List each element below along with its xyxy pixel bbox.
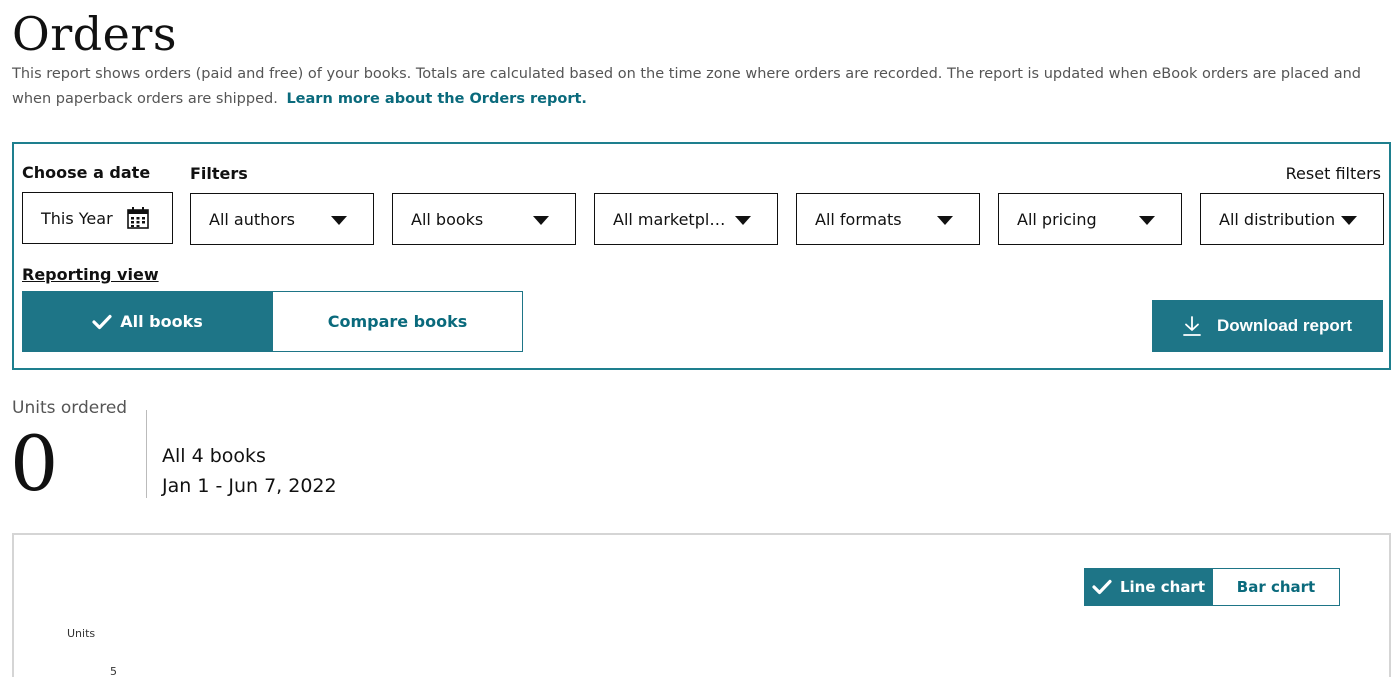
dropdown-value: All books [411, 209, 484, 229]
dropdown-value: All marketplaces [613, 209, 731, 229]
caret-down-icon [533, 216, 549, 225]
line-chart-label: Line chart [1119, 578, 1206, 596]
caret-down-icon [1341, 216, 1357, 225]
filter-panel: Choose a date Filters Reset filters This… [12, 142, 1391, 370]
date-picker-value: This Year [41, 208, 113, 228]
all-books-view-button[interactable]: All books [22, 291, 273, 352]
dropdown-value: All pricing [1017, 209, 1097, 229]
summary-divider [146, 410, 147, 498]
summary-books-text: All 4 books [162, 445, 266, 467]
caret-down-icon [331, 216, 347, 225]
bar-chart-label: Bar chart [1236, 578, 1316, 596]
caret-down-icon [1139, 216, 1155, 225]
line-chart-toggle[interactable]: Line chart [1084, 568, 1213, 606]
chart-panel: Line chart Bar chart Units 5 [12, 533, 1391, 677]
page-title: Orders [12, 7, 177, 61]
dropdown-value: All formats [815, 209, 902, 229]
dropdown-value: All distribution [1219, 209, 1336, 229]
y-axis-title: Units [67, 627, 96, 640]
distribution-dropdown[interactable]: All distribution [1200, 193, 1384, 245]
caret-down-icon [735, 216, 751, 225]
units-ordered-label: Units ordered [12, 398, 128, 418]
caret-down-icon [937, 216, 953, 225]
filters-label: Filters [190, 164, 248, 183]
description-text: This report shows orders (paid and free)… [12, 66, 1361, 107]
marketplaces-dropdown[interactable]: All marketplaces [594, 193, 778, 245]
download-report-label: Download report [1216, 316, 1353, 335]
checkmark-icon [1092, 579, 1112, 595]
summary-date-range: Jan 1 - Jun 7, 2022 [162, 475, 337, 497]
compare-books-view-button[interactable]: Compare books [272, 291, 523, 352]
learn-more-link[interactable]: Learn more about the Orders report. [286, 91, 587, 107]
dropdown-value: All authors [209, 209, 295, 229]
reset-filters-link[interactable]: Reset filters [1286, 164, 1381, 183]
pricing-dropdown[interactable]: All pricing [998, 193, 1182, 245]
report-description: This report shows orders (paid and free)… [12, 62, 1390, 112]
formats-dropdown[interactable]: All formats [796, 193, 980, 245]
units-ordered-value: 0 [10, 419, 59, 508]
date-picker[interactable]: This Year [22, 192, 173, 244]
reporting-view-label: Reporting view [22, 265, 159, 284]
y-axis-tick: 5 [110, 665, 117, 677]
authors-dropdown[interactable]: All authors [190, 193, 374, 245]
compare-books-label: Compare books [327, 312, 468, 331]
books-dropdown[interactable]: All books [392, 193, 576, 245]
choose-date-label: Choose a date [22, 163, 151, 182]
calendar-icon [126, 206, 150, 234]
download-report-button[interactable]: Download report [1152, 300, 1383, 352]
all-books-label: All books [120, 312, 203, 331]
checkmark-icon [92, 314, 112, 330]
bar-chart-toggle[interactable]: Bar chart [1212, 568, 1340, 606]
download-icon [1183, 316, 1201, 336]
